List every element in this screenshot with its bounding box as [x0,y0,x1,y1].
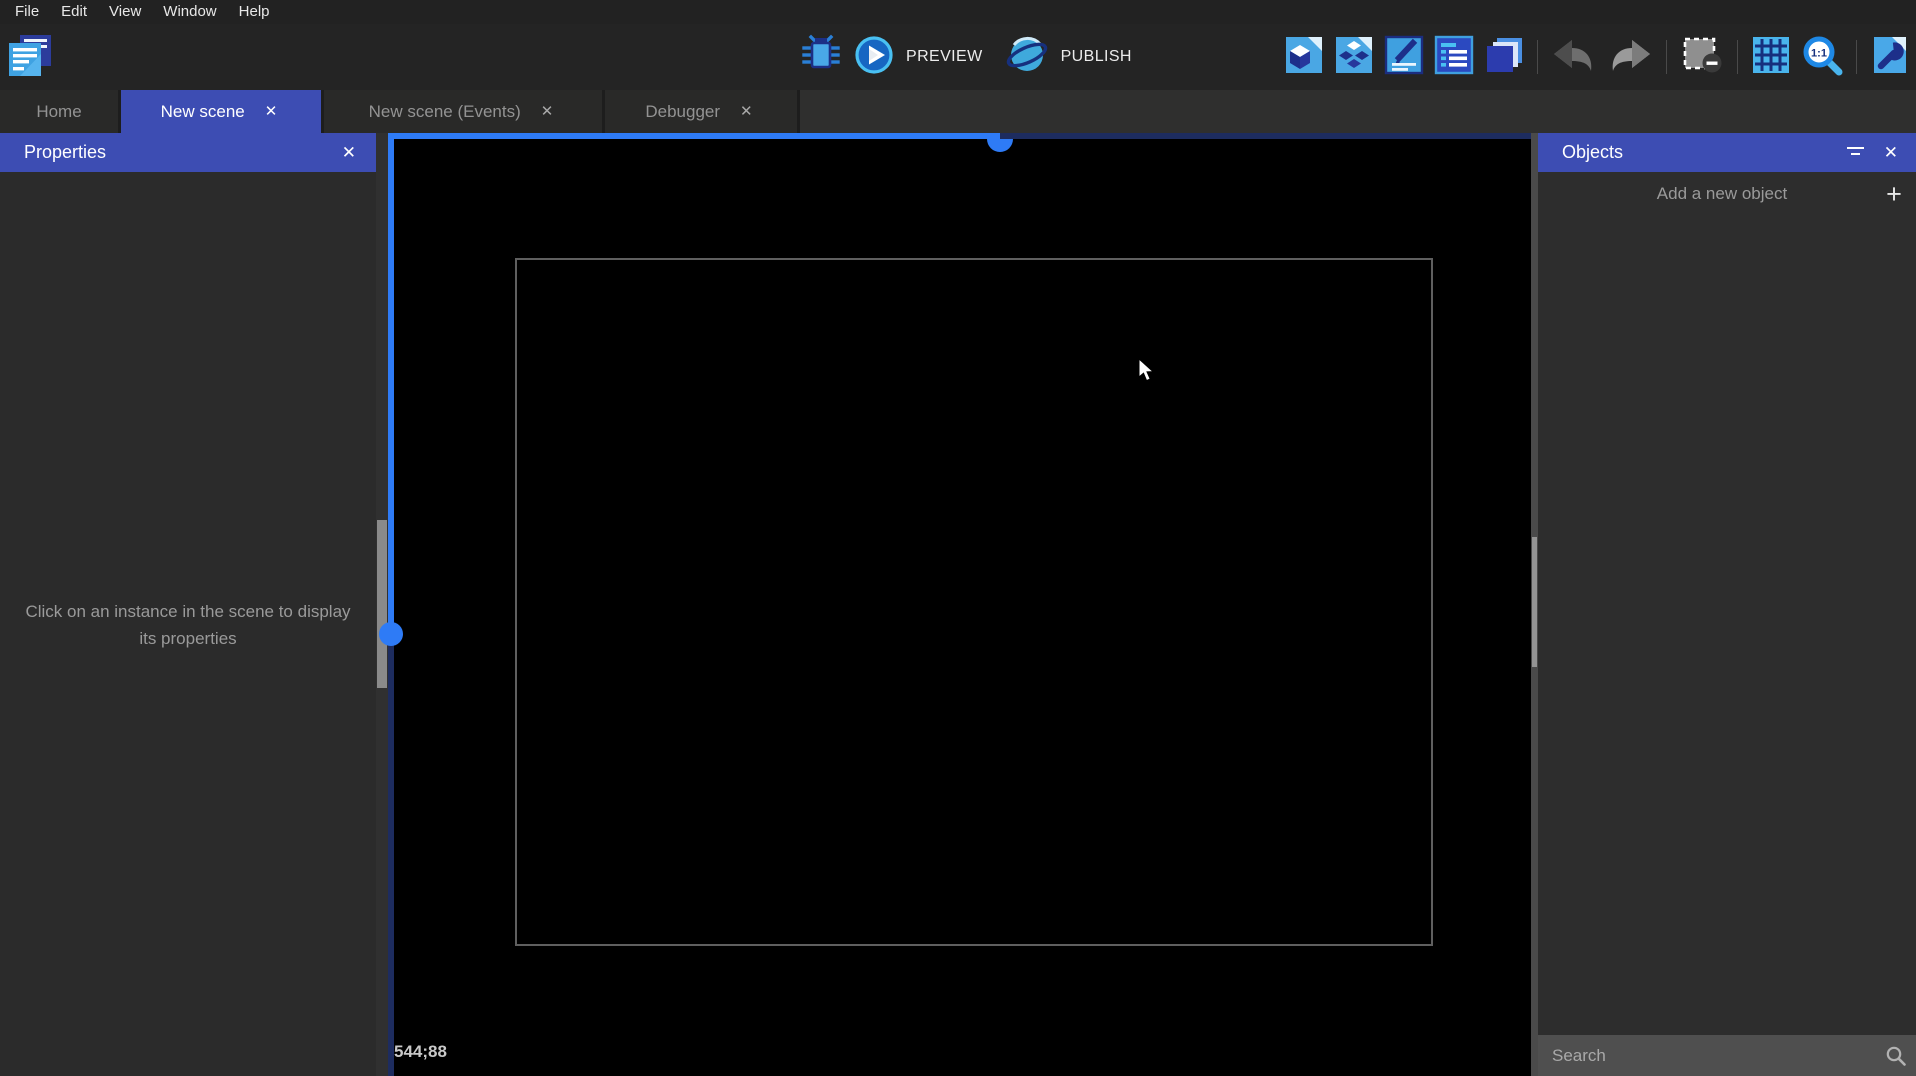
open-layers-button[interactable] [1484,35,1524,80]
grid-icon [1751,35,1791,80]
publish-globe-icon [1005,33,1049,82]
open-object-groups-button[interactable] [1334,35,1374,80]
properties-panel-header: Properties ✕ [0,133,376,172]
menu-help[interactable]: Help [228,0,281,24]
preview-button[interactable] [854,35,894,80]
search-icon [1876,1045,1916,1067]
objects-close-icon[interactable]: ✕ [1876,139,1906,167]
properties-empty-message: Click on an instance in the scene to dis… [18,598,358,652]
menu-file[interactable]: File [4,0,50,24]
objects-panel [1538,133,1916,1076]
toggle-grid-button[interactable] [1751,35,1791,80]
publish-button[interactable] [1005,33,1049,82]
objects-search-input[interactable] [1538,1045,1876,1067]
canvas-scrollbar-thumb[interactable] [1532,537,1537,667]
tab-new-scene-events-label: New scene (Events) [369,102,521,122]
objects-panel-header: Objects ✕ [1538,133,1916,172]
tab-debugger[interactable]: Debugger ✕ [605,90,800,133]
tab-bar-empty-space [800,90,1916,133]
menu-edit[interactable]: Edit [50,0,98,24]
publish-label[interactable]: PUBLISH [1061,48,1132,66]
add-object-label: Add a new object [1538,184,1872,204]
preview-label[interactable]: PREVIEW [906,48,983,66]
filter-icon[interactable] [1846,147,1864,159]
redo-button[interactable] [1607,35,1653,80]
toolbar-separator [1666,40,1667,74]
objects-panel-title: Objects [1562,142,1623,163]
toolbar-separator [1537,40,1538,74]
preview-play-icon [854,35,894,80]
deselect-icon [1680,35,1724,80]
open-objects-editor-button[interactable] [1284,35,1324,80]
selection-left-edge [388,133,394,634]
debug-bug-icon [800,34,842,81]
toolbar-right-group: 1:1 [1284,24,1910,90]
tab-home-label: Home [36,102,81,122]
svg-text:1:1: 1:1 [1811,47,1827,59]
deselect-all-button[interactable] [1680,35,1724,80]
tab-new-scene-close-icon[interactable]: ✕ [261,102,282,121]
plus-icon[interactable]: + [1872,172,1916,216]
scene-settings-button[interactable] [1870,35,1910,80]
zoom-1-1-icon: 1:1 [1801,34,1843,81]
tab-new-scene-label: New scene [161,102,245,122]
layers-icon [1484,35,1524,80]
project-manager-button[interactable] [8,36,54,80]
properties-close-icon[interactable]: ✕ [334,139,364,167]
game-window-bounds [515,258,1433,946]
project-manager-icon [8,34,54,83]
objects-search-bar [1538,1035,1916,1076]
object-cube-icon [1284,35,1324,80]
object-groups-icon [1334,35,1374,80]
toolbar-separator [1737,40,1738,74]
toolbar-center-group: PREVIEW PUBLISH [800,24,1142,90]
undo-arrow-icon [1551,35,1597,80]
tab-new-scene[interactable]: New scene ✕ [121,90,324,133]
properties-panel-title: Properties [24,142,106,163]
toolbar-separator [1856,40,1857,74]
instances-list-icon [1434,35,1474,80]
zoom-original-button[interactable]: 1:1 [1801,34,1843,81]
toolbar: PREVIEW PUBLISH [0,24,1916,90]
cursor-coordinates: 544;88 [394,1042,447,1062]
selection-left-edge-shadow [388,634,394,1076]
properties-scrollbar-thumb[interactable] [377,520,387,688]
selection-top-edge [388,133,1000,139]
wrench-icon [1870,35,1910,80]
redo-arrow-icon [1607,35,1653,80]
selection-top-edge-shadow [1000,133,1531,139]
tab-home[interactable]: Home [0,90,121,133]
menu-bar: File Edit View Window Help [0,0,1916,24]
debug-button[interactable] [800,34,842,81]
tab-debugger-close-icon[interactable]: ✕ [736,102,757,121]
tab-new-scene-events-close-icon[interactable]: ✕ [537,102,558,121]
undo-button[interactable] [1551,35,1597,80]
selection-handle-left[interactable] [379,622,403,646]
edit-pencil-icon [1384,35,1424,80]
tab-bar: Home New scene ✕ New scene (Events) ✕ De… [0,90,1916,133]
mouse-cursor-icon [1138,358,1156,389]
menu-window[interactable]: Window [152,0,227,24]
open-instances-list-button[interactable] [1434,35,1474,80]
menu-view[interactable]: View [98,0,152,24]
gdevelop-window: File Edit View Window Help [0,0,1916,1076]
tab-new-scene-events[interactable]: New scene (Events) ✕ [324,90,605,133]
open-properties-button[interactable] [1384,35,1424,80]
add-object-row[interactable]: Add a new object + [1538,172,1916,216]
tab-debugger-label: Debugger [645,102,720,122]
